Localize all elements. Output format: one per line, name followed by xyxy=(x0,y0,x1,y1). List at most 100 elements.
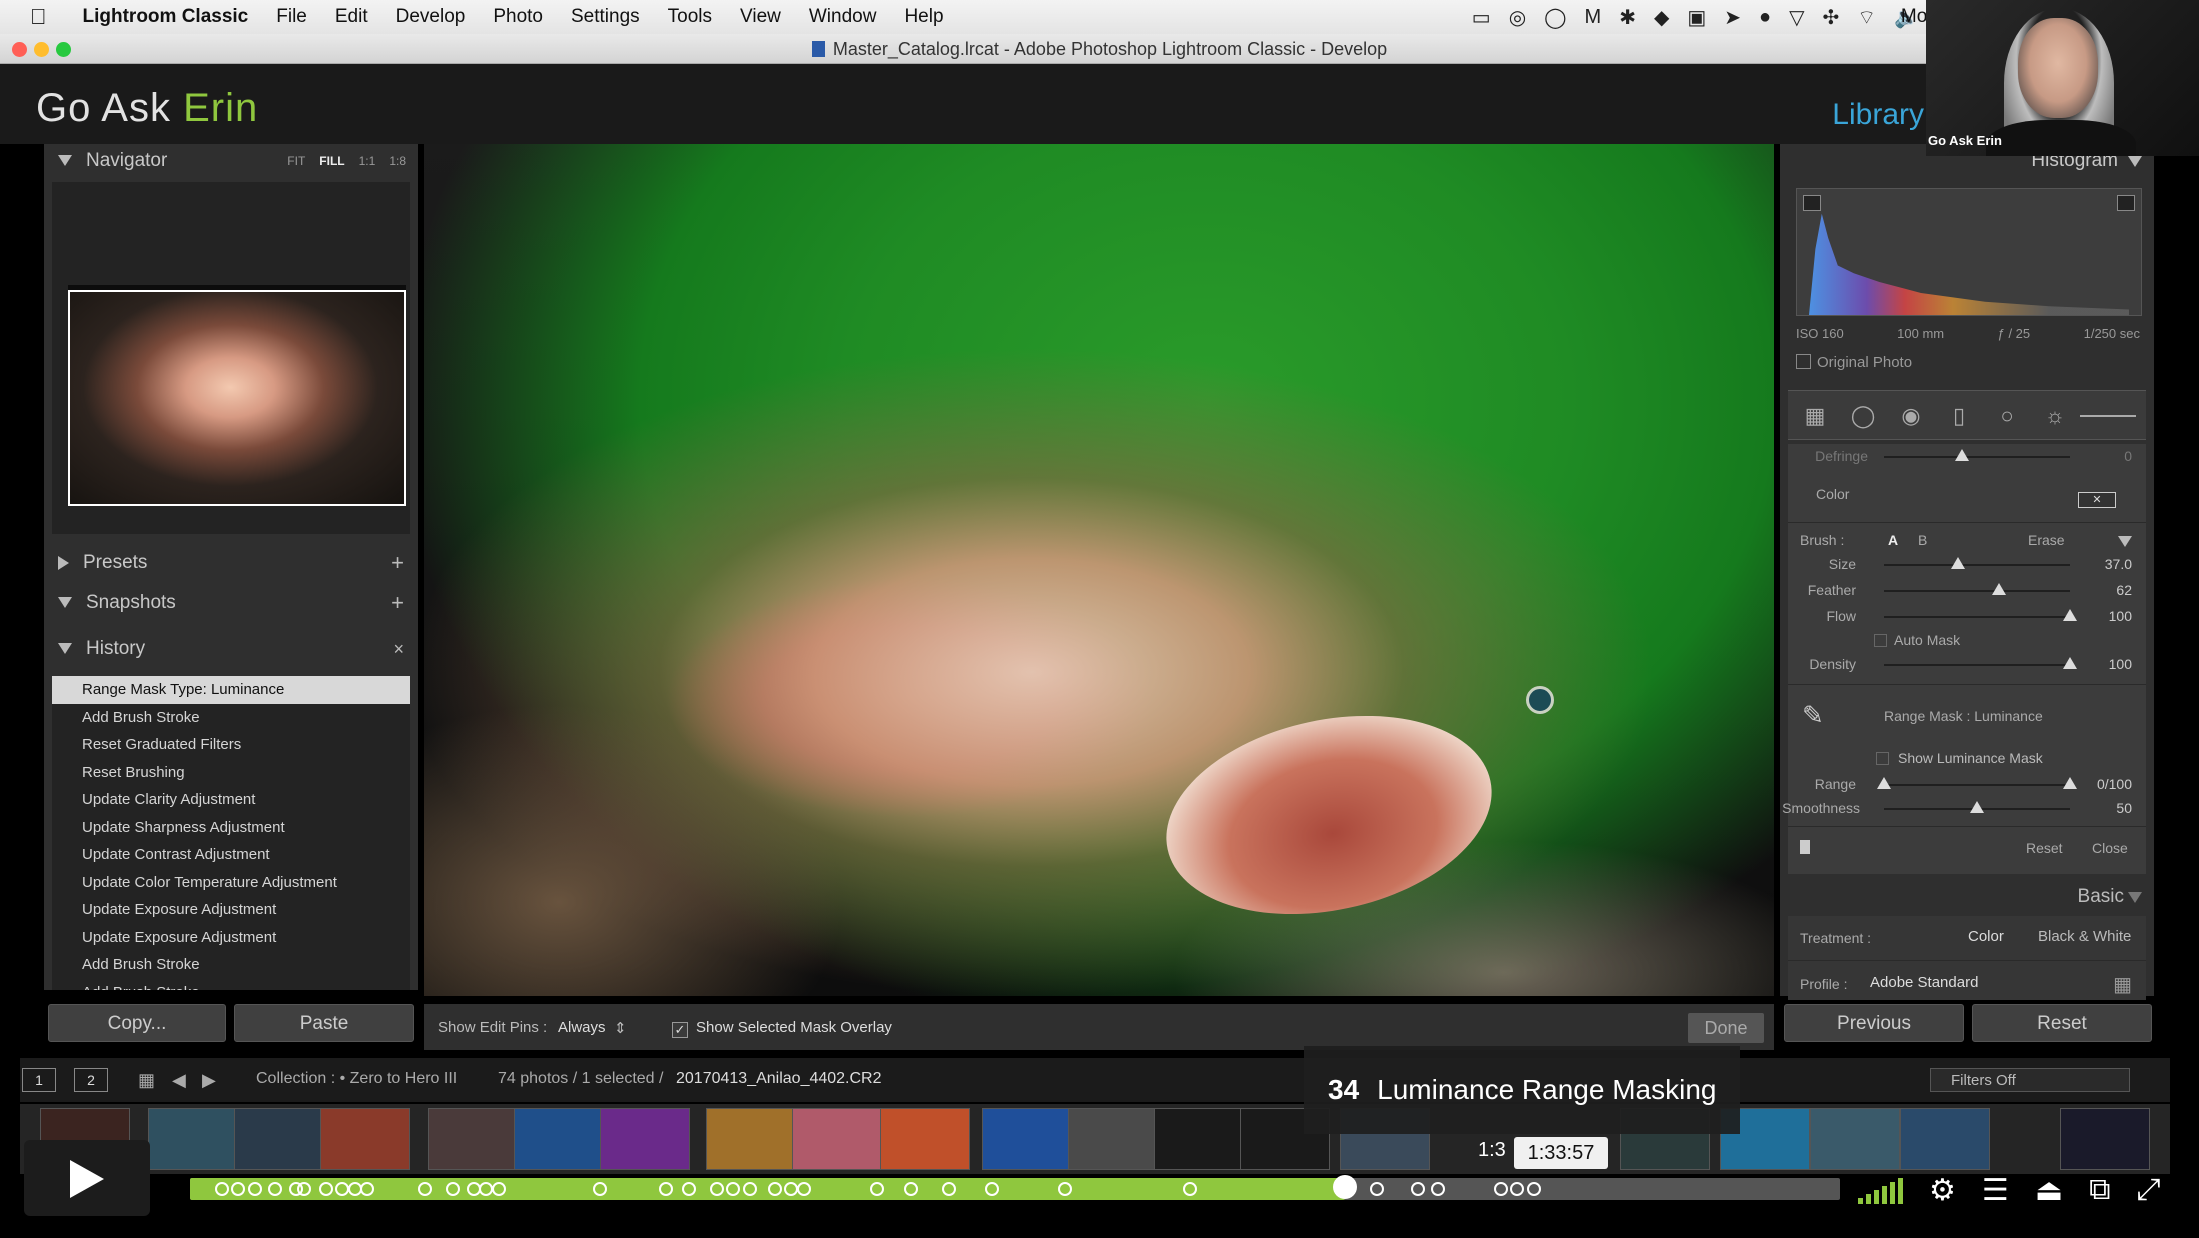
chapter-marker[interactable] xyxy=(359,1182,374,1196)
filmstrip-thumbnail[interactable] xyxy=(706,1108,796,1170)
snapshots-header[interactable]: Snapshots + xyxy=(44,586,418,620)
chapter-marker[interactable] xyxy=(709,1182,724,1196)
presets-header[interactable]: Presets + xyxy=(44,546,418,580)
brush-a-tab[interactable]: A xyxy=(1888,532,1898,548)
zoom-window-button[interactable] xyxy=(56,42,71,57)
spot-removal-icon[interactable]: ◯ xyxy=(1850,403,1876,429)
chapter-marker[interactable] xyxy=(1057,1182,1072,1196)
navigator-thumbnail[interactable] xyxy=(68,290,406,506)
menu-window[interactable]: Window xyxy=(795,6,891,28)
record-icon[interactable]: ● xyxy=(1759,6,1771,29)
slider-knob[interactable] xyxy=(2063,657,2077,669)
original-photo-checkbox[interactable]: Original Photo xyxy=(1796,354,1912,371)
fullscreen-icon[interactable]: ⤢ xyxy=(2137,1173,2161,1207)
range-value[interactable]: 0/100 xyxy=(2097,776,2132,792)
app-menu[interactable]: Lightroom Classic xyxy=(69,6,263,28)
chapter-marker[interactable] xyxy=(247,1182,262,1196)
brush-b-tab[interactable]: B xyxy=(1918,532,1927,548)
range-mask-select[interactable]: Range Mask : Luminance xyxy=(1884,708,2043,724)
basic-panel-header[interactable]: Basic xyxy=(1780,880,2154,914)
filmstrip-thumbnail[interactable] xyxy=(1900,1108,1990,1170)
filmstrip-thumbnail[interactable] xyxy=(600,1108,690,1170)
treatment-bw-button[interactable]: Black & White xyxy=(2038,928,2131,945)
playhead[interactable] xyxy=(1333,1175,1357,1199)
histogram[interactable] xyxy=(1796,188,2142,316)
chapter-marker[interactable] xyxy=(1430,1182,1445,1196)
range-low-knob[interactable] xyxy=(1877,777,1891,789)
wifi-icon[interactable]: ⌔ xyxy=(1857,5,1876,30)
add-preset-icon[interactable]: + xyxy=(391,546,404,580)
play-button[interactable] xyxy=(24,1140,150,1216)
flow-value[interactable]: 100 xyxy=(2109,608,2132,624)
chapter-marker[interactable] xyxy=(658,1182,673,1196)
color-swatch[interactable]: ✕ xyxy=(2078,492,2116,508)
filmstrip-thumbnail[interactable] xyxy=(982,1108,1072,1170)
history-item[interactable]: Add Brush Stroke xyxy=(52,979,410,991)
chapters-list-icon[interactable]: ☰ xyxy=(1982,1173,2009,1208)
zoom-1-8[interactable]: 1:8 xyxy=(389,144,406,178)
history-item[interactable]: Update Contrast Adjustment xyxy=(52,841,410,869)
mask-overlay-checkbox[interactable]: ✓ Show Selected Mask Overlay xyxy=(672,1019,892,1038)
bluetooth-icon[interactable]: ✱ xyxy=(1619,5,1636,30)
filmstrip-thumbnail[interactable] xyxy=(514,1108,604,1170)
filmstrip-thumbnail[interactable] xyxy=(1154,1108,1244,1170)
history-item[interactable]: Add Brush Stroke xyxy=(52,951,410,979)
brush-slider[interactable] xyxy=(2080,415,2136,417)
copy-settings-button[interactable]: Copy... xyxy=(48,1004,226,1042)
filmstrip-thumbnail[interactable] xyxy=(1810,1108,1900,1170)
current-filename[interactable]: 20170413_Anilao_4402.CR2 xyxy=(676,1070,882,1088)
chapter-marker[interactable] xyxy=(1526,1182,1541,1196)
profile-browser-icon[interactable]: ▦ xyxy=(2113,972,2132,997)
radial-filter-icon[interactable]: ○ xyxy=(1994,403,2020,429)
menu-photo[interactable]: Photo xyxy=(479,6,557,28)
size-slider[interactable] xyxy=(1884,557,2070,569)
history-header[interactable]: History × xyxy=(44,632,418,666)
chapter-marker[interactable] xyxy=(1411,1182,1425,1196)
chapter-marker[interactable] xyxy=(869,1182,884,1196)
chapter-marker[interactable] xyxy=(267,1182,282,1196)
chapter-marker[interactable] xyxy=(478,1182,493,1196)
history-item[interactable]: Reset Graduated Filters xyxy=(52,731,410,759)
forward-arrow-icon[interactable]: ▶ xyxy=(202,1070,216,1091)
minimize-window-button[interactable] xyxy=(34,42,49,57)
slider-knob[interactable] xyxy=(1992,583,2007,595)
history-item[interactable]: Update Exposure Adjustment xyxy=(52,896,410,924)
menu-edit[interactable]: Edit xyxy=(321,6,382,28)
show-edit-pins-select[interactable]: Always xyxy=(558,1019,606,1036)
history-item[interactable]: Add Brush Stroke xyxy=(52,704,410,732)
airplay-icon[interactable]: ▽ xyxy=(1789,5,1804,30)
grid-view-icon[interactable]: ▦ xyxy=(138,1070,155,1091)
chapter-marker[interactable] xyxy=(491,1182,506,1196)
chapter-marker[interactable] xyxy=(592,1182,607,1196)
profile-select[interactable]: Adobe Standard xyxy=(1870,974,1978,991)
slider-knob[interactable] xyxy=(1951,557,1966,569)
menu-help[interactable]: Help xyxy=(890,6,957,28)
main-window-button[interactable]: 1 xyxy=(22,1068,56,1092)
reset-button[interactable]: Reset xyxy=(1972,1004,2152,1042)
history-item[interactable]: Update Clarity Adjustment xyxy=(52,786,410,814)
video-scrubber[interactable] xyxy=(190,1175,1840,1200)
slider-knob[interactable] xyxy=(1955,449,1970,461)
crop-overlay-icon[interactable]: ▦ xyxy=(1802,403,1828,429)
menu-view[interactable]: View xyxy=(726,6,795,28)
zoom-1-1[interactable]: 1:1 xyxy=(359,144,376,178)
forward-icon[interactable]: ➤ xyxy=(1724,5,1741,30)
module-picker-library[interactable]: Library xyxy=(1832,98,1924,132)
apple-menu-icon[interactable]:  xyxy=(0,4,69,30)
history-item[interactable]: Update Color Temperature Adjustment xyxy=(52,869,410,897)
collection-label[interactable]: Collection : • Zero to Hero III xyxy=(256,1070,457,1088)
eyedropper-icon[interactable]: ✎ xyxy=(1802,700,1824,731)
defringe-slider[interactable] xyxy=(1884,449,2070,461)
brush-erase-tab[interactable]: Erase xyxy=(2028,532,2065,548)
feather-slider[interactable] xyxy=(1884,583,2070,595)
auto-mask-checkbox[interactable] xyxy=(1874,634,1887,647)
size-value[interactable]: 37.0 xyxy=(2105,556,2132,572)
smoothness-slider[interactable] xyxy=(1884,801,2070,813)
graduated-filter-icon[interactable]: ▯ xyxy=(1946,403,1972,429)
adjustment-brush-icon[interactable]: ☼ xyxy=(2042,403,2068,429)
add-snapshot-icon[interactable]: + xyxy=(391,586,404,620)
filmstrip-thumbnail[interactable] xyxy=(1068,1108,1158,1170)
menu-settings[interactable]: Settings xyxy=(557,6,654,28)
chapter-marker[interactable] xyxy=(318,1182,333,1196)
opera-icon[interactable]: ◯ xyxy=(1544,5,1566,30)
